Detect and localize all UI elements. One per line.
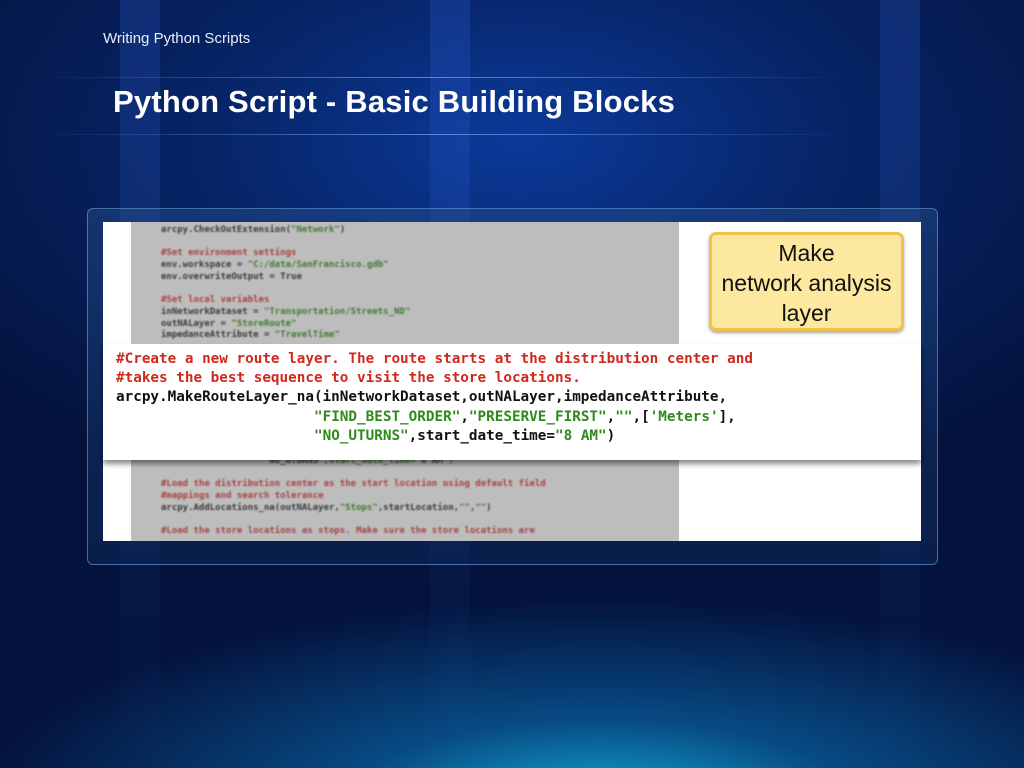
code-line: impedanceAttribute = "TravelTime" [161,330,340,341]
code-line: #Set environment settings [161,248,297,259]
callout-line: Make [778,240,835,266]
blurred-code-top: arcpy.CheckOutExtension("Network") #Set … [161,225,410,342]
code-line: #Set local variables [161,295,270,306]
zoomed-code-block: #Create a new route layer. The route sta… [103,344,921,460]
section-subtitle: Writing Python Scripts [103,30,251,47]
code-string: "8 AM" [555,427,607,444]
callout-line: layer [781,300,832,326]
make-network-layer-callout: Make network analysis layer [709,232,904,331]
code-comment-line: #takes the best sequence to visit the st… [116,370,581,387]
code-string: "FIND_BEST_ORDER" [313,408,461,425]
header-rule-top [30,77,854,78]
code-line: #Load the distribution center as the sta… [161,479,546,490]
slide-title: Python Script - Basic Building Blocks [113,84,676,119]
code-line: outNALayer = "StoreRoute" [161,318,297,329]
code-comment-line: #Create a new route layer. The route sta… [116,351,753,367]
callout-line: network analysis [721,270,892,296]
code-call-line: arcpy.MakeRouteLayer_na(inNetworkDataset… [116,389,728,406]
code-string: "NO_UTURNS" [313,427,409,444]
code-line: #Load the store locations as stops. Make… [161,526,535,537]
code-line: env.overwriteOutput = True [161,271,302,282]
header-rule-bottom [30,134,854,135]
code-line: env.workspace = "C:/data/SanFrancisco.gd… [161,260,389,271]
code-args-line: "NO_UTURNS",start_date_time="8 AM") [313,427,616,444]
code-string: 'Meters' [649,408,719,425]
code-line: inNetworkDataset = "Transportation/Stree… [161,306,411,317]
code-line: arcpy.AddLocations_na(outNALayer,"Stops"… [161,502,492,513]
code-line: #mappings and search tolerance [161,491,324,502]
code-args-line: "FIND_BEST_ORDER","PRESERVE_FIRST","",['… [313,408,736,425]
code-string: "PRESERVE_FIRST" [468,408,607,425]
blurred-code-bottom: NO_UTURNS",start_date_time="8 AM") #Load… [161,456,546,538]
code-line: arcpy.CheckOutExtension("Network") [161,225,346,235]
code-string: "" [615,408,633,425]
